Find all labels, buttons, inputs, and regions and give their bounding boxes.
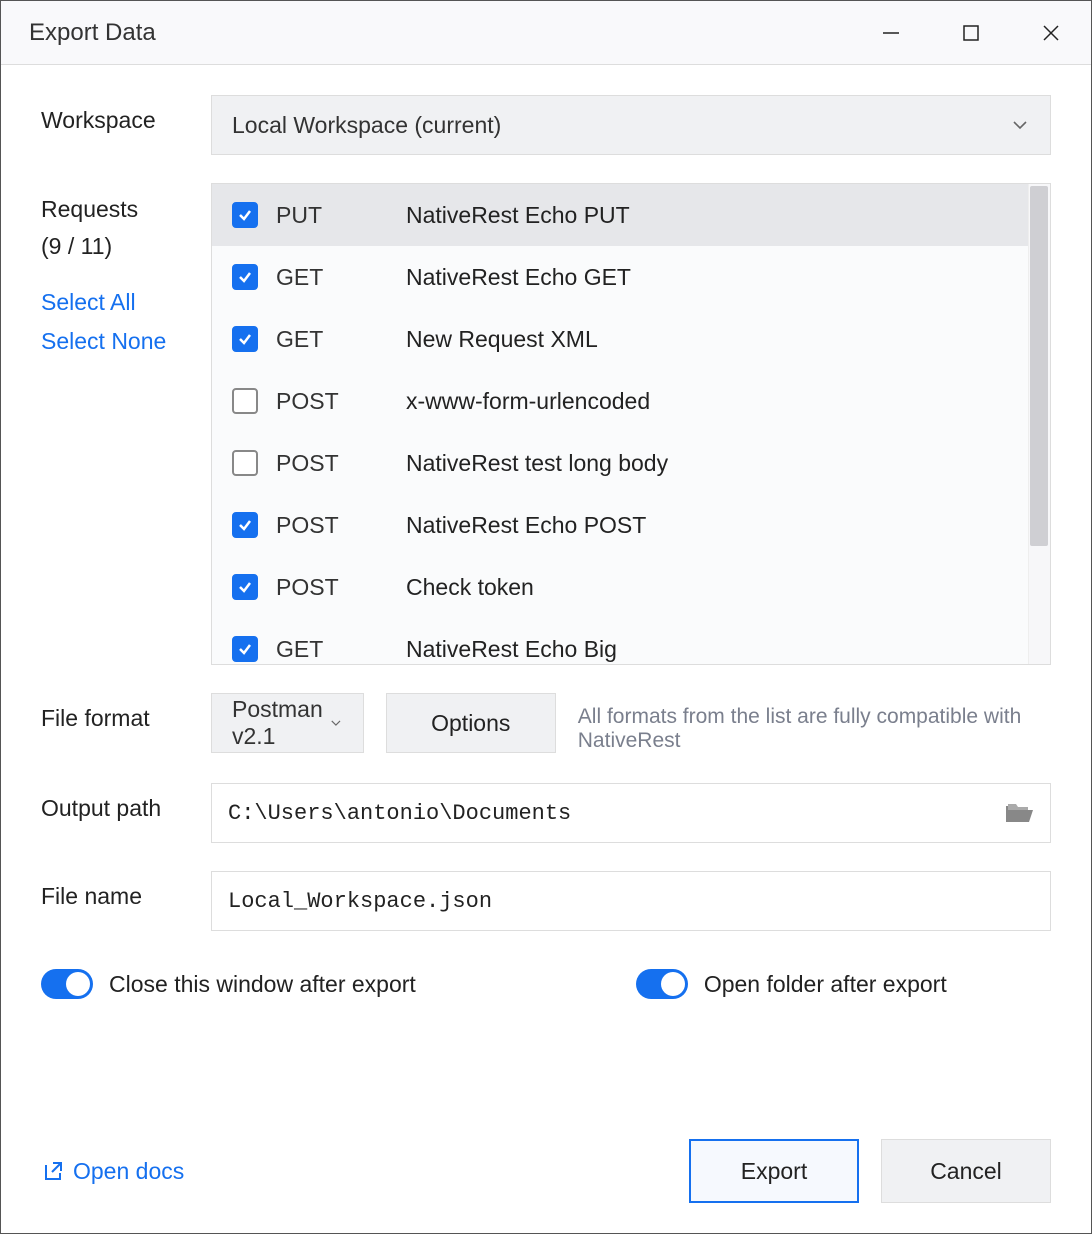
select-none-link[interactable]: Select None: [41, 322, 211, 361]
check-icon: [237, 517, 253, 533]
request-item[interactable]: GETNativeRest Echo Big: [212, 618, 1050, 665]
select-all-link[interactable]: Select All: [41, 283, 211, 322]
request-method: GET: [276, 636, 406, 663]
close-after-export-label: Close this window after export: [109, 971, 416, 998]
workspace-label: Workspace: [41, 95, 211, 134]
export-button[interactable]: Export: [689, 1139, 859, 1203]
request-name: NativeRest Echo GET: [406, 264, 631, 291]
scrollbar-thumb[interactable]: [1030, 186, 1048, 546]
check-icon: [237, 641, 253, 657]
request-item[interactable]: PUTNativeRest Echo PUT: [212, 184, 1050, 246]
file-format-value: Postman v2.1: [232, 696, 329, 750]
output-path-input[interactable]: C:\Users\antonio\Documents: [211, 783, 1051, 843]
check-icon: [237, 207, 253, 223]
request-name: New Request XML: [406, 326, 598, 353]
output-path-label: Output path: [41, 783, 211, 822]
file-format-dropdown[interactable]: Postman v2.1: [211, 693, 364, 753]
close-after-export-toggle[interactable]: [41, 969, 93, 999]
request-item[interactable]: POSTNativeRest Echo POST: [212, 494, 1050, 556]
toggle-knob: [66, 972, 90, 996]
file-name-value: Local_Workspace.json: [228, 889, 492, 914]
request-checkbox[interactable]: [232, 264, 258, 290]
request-checkbox[interactable]: [232, 512, 258, 538]
request-item[interactable]: GETNativeRest Echo GET: [212, 246, 1050, 308]
check-icon: [237, 269, 253, 285]
folder-open-icon[interactable]: [1004, 801, 1034, 825]
request-name: Check token: [406, 574, 534, 601]
output-path-value: C:\Users\antonio\Documents: [228, 801, 571, 826]
check-icon: [237, 331, 253, 347]
request-checkbox[interactable]: [232, 202, 258, 228]
requests-label: Requests: [41, 191, 211, 228]
request-checkbox[interactable]: [232, 574, 258, 600]
request-item[interactable]: GETNew Request XML: [212, 308, 1050, 370]
scrollbar[interactable]: [1028, 184, 1050, 664]
toggle-knob: [661, 972, 685, 996]
request-item[interactable]: POSTx-www-form-urlencoded: [212, 370, 1050, 432]
maximize-icon: [963, 25, 979, 41]
request-method: PUT: [276, 202, 406, 229]
export-dialog: Export Data Workspace Local Workspace (c…: [0, 0, 1092, 1234]
request-item[interactable]: POSTNativeRest test long body: [212, 432, 1050, 494]
request-checkbox[interactable]: [232, 636, 258, 662]
maximize-button[interactable]: [931, 1, 1011, 64]
request-name: NativeRest Echo PUT: [406, 202, 630, 229]
workspace-dropdown[interactable]: Local Workspace (current): [211, 95, 1051, 155]
open-docs-label: Open docs: [73, 1158, 184, 1185]
open-folder-after-export-toggle[interactable]: [636, 969, 688, 999]
file-name-label: File name: [41, 871, 211, 910]
file-format-label: File format: [41, 693, 211, 732]
minimize-button[interactable]: [851, 1, 931, 64]
open-docs-link[interactable]: Open docs: [41, 1158, 184, 1185]
minimize-icon: [882, 24, 900, 42]
request-item[interactable]: POSTCheck token: [212, 556, 1050, 618]
window-controls: [851, 1, 1091, 64]
file-name-input[interactable]: Local_Workspace.json: [211, 871, 1051, 931]
request-name: x-www-form-urlencoded: [406, 388, 650, 415]
close-button[interactable]: [1011, 1, 1091, 64]
request-method: POST: [276, 450, 406, 477]
file-format-hint: All formats from the list are fully comp…: [578, 705, 1051, 753]
open-folder-after-export-label: Open folder after export: [704, 971, 947, 998]
chevron-down-icon: [1010, 115, 1030, 135]
request-checkbox[interactable]: [232, 326, 258, 352]
request-method: POST: [276, 388, 406, 415]
request-method: GET: [276, 264, 406, 291]
chevron-down-icon: [329, 713, 343, 733]
window-title: Export Data: [29, 19, 851, 47]
request-method: GET: [276, 326, 406, 353]
request-name: NativeRest Echo POST: [406, 512, 646, 539]
request-name: NativeRest Echo Big: [406, 636, 617, 663]
request-name: NativeRest test long body: [406, 450, 668, 477]
request-list[interactable]: PUTNativeRest Echo PUTGETNativeRest Echo…: [211, 183, 1051, 665]
request-method: POST: [276, 512, 406, 539]
titlebar: Export Data: [1, 1, 1091, 65]
request-checkbox[interactable]: [232, 388, 258, 414]
external-link-icon: [41, 1160, 63, 1182]
requests-count: (9 / 11): [41, 228, 211, 265]
close-icon: [1042, 24, 1060, 42]
request-checkbox[interactable]: [232, 450, 258, 476]
check-icon: [237, 579, 253, 595]
workspace-value: Local Workspace (current): [232, 112, 501, 139]
options-button[interactable]: Options: [386, 693, 556, 753]
request-method: POST: [276, 574, 406, 601]
cancel-button[interactable]: Cancel: [881, 1139, 1051, 1203]
